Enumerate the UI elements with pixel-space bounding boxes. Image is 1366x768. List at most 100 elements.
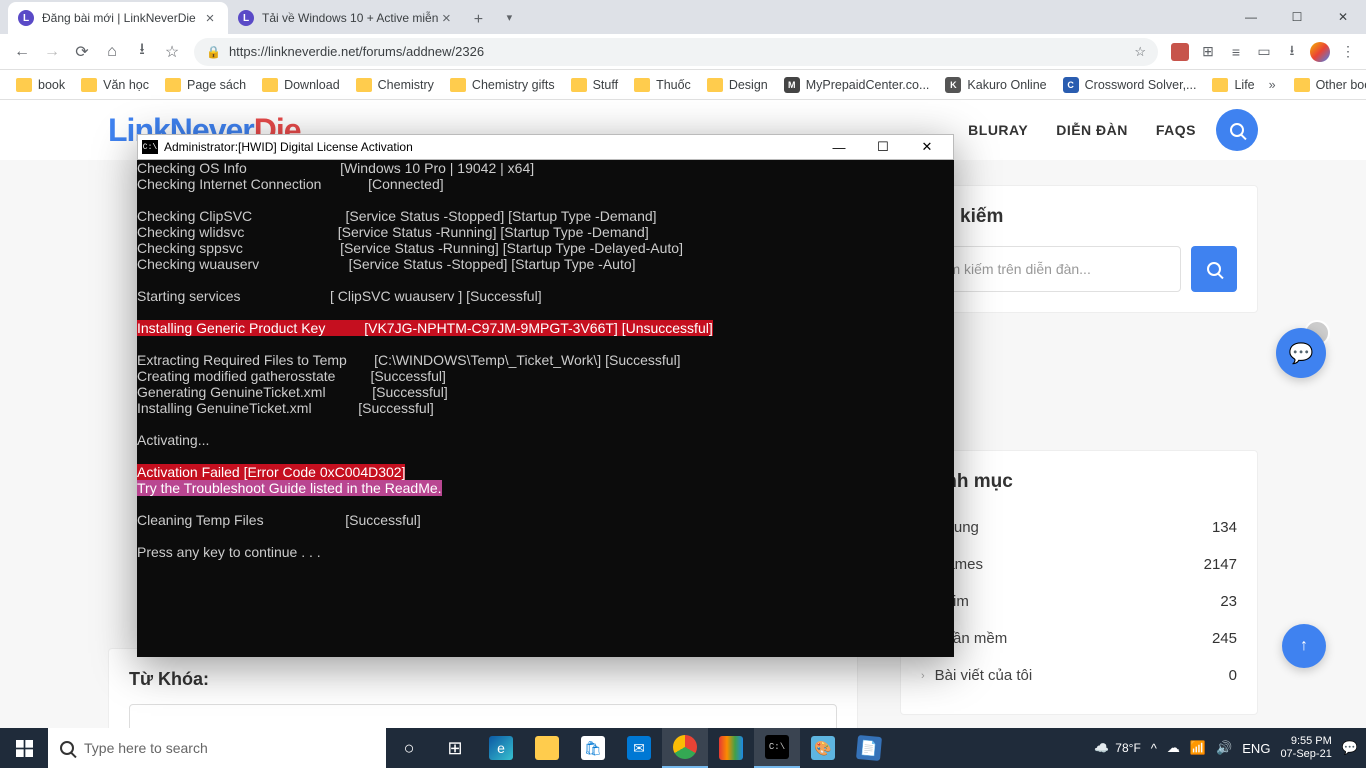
home-button[interactable]: ⌂: [98, 38, 126, 66]
cmd-output[interactable]: Checking OS Info [Windows 10 Pro | 19042…: [137, 160, 954, 560]
back-button[interactable]: ←: [8, 38, 36, 66]
maximize-button[interactable]: ☐: [861, 134, 905, 160]
bookmark-item[interactable]: Chemistry gifts: [444, 75, 561, 95]
edge-icon[interactable]: e: [478, 728, 524, 768]
bookmark-label: Kakuro Online: [967, 78, 1046, 92]
nav-link[interactable]: DIỄN ĐÀN: [1056, 122, 1128, 138]
bookmark-item[interactable]: Văn học: [75, 75, 155, 95]
address-bar[interactable]: 🔒 https://linkneverdie.net/forums/addnew…: [194, 38, 1158, 66]
bookmark-label: book: [38, 78, 65, 92]
cmd-line: Extracting Required Files to Temp [C:\WI…: [137, 352, 954, 368]
downloads-icon[interactable]: ⭳: [128, 38, 156, 66]
bookmark-item[interactable]: book: [10, 75, 71, 95]
category-count: 245: [1212, 630, 1237, 647]
minimize-button[interactable]: —: [817, 134, 861, 160]
bookmark-item[interactable]: Download: [256, 75, 346, 95]
category-count: 23: [1220, 593, 1237, 610]
cmd-titlebar[interactable]: C:\ Administrator: [HWID] Digital Licens…: [137, 134, 954, 160]
bookmark-item[interactable]: MMyPrepaidCenter.co...: [778, 74, 936, 96]
maximize-button[interactable]: ☐: [1274, 0, 1320, 34]
search-input[interactable]: Tìm kiếm trên diễn đàn...: [921, 246, 1181, 292]
volume-icon[interactable]: 🔊: [1216, 740, 1232, 756]
cmd-line: Installing Generic Product Key [VK7JG-NP…: [137, 320, 954, 336]
notifications-icon[interactable]: 💬: [1342, 740, 1358, 756]
bookmark-label: Page sách: [187, 78, 246, 92]
taskbar-apps: ○ ⊞ e 🛍 ✉ C:\ 🎨 📄: [386, 728, 892, 768]
bookmark-item[interactable]: Thuốc: [628, 75, 697, 95]
chrome-icon[interactable]: [662, 728, 708, 768]
chat-button[interactable]: 💬: [1276, 328, 1326, 378]
store-icon[interactable]: 🛍: [570, 728, 616, 768]
language-indicator[interactable]: ENG: [1242, 741, 1270, 756]
bookmark-star-icon[interactable]: ☆: [158, 38, 186, 66]
menu-icon[interactable]: ⋮: [1338, 42, 1358, 62]
bookmark-item[interactable]: KKakuro Online: [939, 74, 1052, 96]
bookmark-item[interactable]: Life: [1206, 75, 1260, 95]
category-row[interactable]: ›Phim23: [921, 583, 1237, 620]
explorer-icon[interactable]: [524, 728, 570, 768]
tab-active[interactable]: L Đăng bài mới | LinkNeverDie ×: [8, 2, 228, 34]
close-button[interactable]: ✕: [1320, 0, 1366, 34]
cmd-line: Checking sppsvc [Service Status -Running…: [137, 240, 954, 256]
close-icon[interactable]: ×: [438, 10, 454, 27]
ext-icon[interactable]: ⭳: [1282, 42, 1302, 62]
windows-icon: [16, 740, 33, 757]
app-icon[interactable]: 🎨: [800, 728, 846, 768]
nav-link[interactable]: FAQS: [1156, 122, 1196, 138]
bookmark-item[interactable]: CCrossword Solver,...: [1057, 74, 1203, 96]
ext-icon[interactable]: ≡: [1226, 42, 1246, 62]
cortana-icon[interactable]: ○: [386, 728, 432, 768]
app-icon[interactable]: 📄: [846, 728, 892, 768]
clock[interactable]: 9:55 PM07-Sep-21: [1280, 735, 1331, 761]
category-row[interactable]: ›Games2147: [921, 546, 1237, 583]
scroll-top-button[interactable]: ↑: [1282, 624, 1326, 668]
cmd-line: Generating GenuineTicket.xml [Successful…: [137, 384, 954, 400]
search-submit-button[interactable]: [1191, 246, 1237, 292]
cmd-taskbar-icon[interactable]: C:\: [754, 728, 800, 768]
profile-avatar[interactable]: [1310, 42, 1330, 62]
taskbar-search-placeholder: Type here to search: [84, 740, 208, 756]
cmd-line: [137, 496, 954, 512]
bookmark-item[interactable]: Stuff: [565, 75, 624, 95]
cmd-line: Checking wuauserv [Service Status -Stopp…: [137, 256, 954, 272]
minimize-button[interactable]: —: [1228, 0, 1274, 34]
mail-icon[interactable]: ✉: [616, 728, 662, 768]
cmd-window[interactable]: C:\ Administrator: [HWID] Digital Licens…: [137, 134, 954, 657]
app-icon[interactable]: [708, 728, 754, 768]
bookmark-item[interactable]: Design: [701, 75, 774, 95]
tags-input[interactable]: [129, 704, 837, 728]
forward-button[interactable]: →: [38, 38, 66, 66]
close-icon[interactable]: ×: [202, 10, 218, 27]
ext-icon[interactable]: [1170, 42, 1190, 62]
tab-dropdown-icon[interactable]: ▾: [492, 0, 526, 34]
ext-icon[interactable]: ⊞: [1198, 42, 1218, 62]
weather-widget[interactable]: ☁️ 78°F: [1094, 741, 1140, 755]
wifi-icon[interactable]: 📶: [1190, 740, 1206, 756]
cmd-line: [137, 272, 954, 288]
close-button[interactable]: ✕: [905, 134, 949, 160]
bookmark-item[interactable]: Page sách: [159, 75, 252, 95]
onedrive-icon[interactable]: ☁: [1167, 740, 1180, 756]
nav-link[interactable]: BLURAY: [968, 122, 1028, 138]
category-row[interactable]: ›Chung134: [921, 509, 1237, 546]
taskbar-search[interactable]: Type here to search: [48, 728, 386, 768]
start-button[interactable]: [0, 728, 48, 768]
bookmarks-overflow[interactable]: »: [1265, 78, 1280, 92]
search-icon: [1230, 123, 1244, 137]
folder-icon: [1212, 78, 1228, 92]
tab-inactive[interactable]: L Tải về Windows 10 + Active miễn ×: [228, 2, 464, 34]
bookmark-icon[interactable]: ☆: [1134, 44, 1146, 60]
cmd-window-controls: — ☐ ✕: [817, 134, 949, 160]
ext-icon[interactable]: ▭: [1254, 42, 1274, 62]
bookmark-label: Thuốc: [656, 78, 691, 92]
category-row[interactable]: ›Bài viết của tôi0: [921, 657, 1237, 694]
tray-chevron-icon[interactable]: ^: [1151, 741, 1157, 756]
category-row[interactable]: ›Phần mềm245: [921, 620, 1237, 657]
other-bookmarks[interactable]: Other bookmarks: [1288, 75, 1366, 95]
search-button[interactable]: [1216, 109, 1258, 151]
new-tab-button[interactable]: +: [464, 6, 492, 34]
reload-button[interactable]: ⟳: [68, 38, 96, 66]
taskview-icon[interactable]: ⊞: [432, 728, 478, 768]
bookmark-label: Crossword Solver,...: [1085, 78, 1197, 92]
bookmark-item[interactable]: Chemistry: [350, 75, 440, 95]
